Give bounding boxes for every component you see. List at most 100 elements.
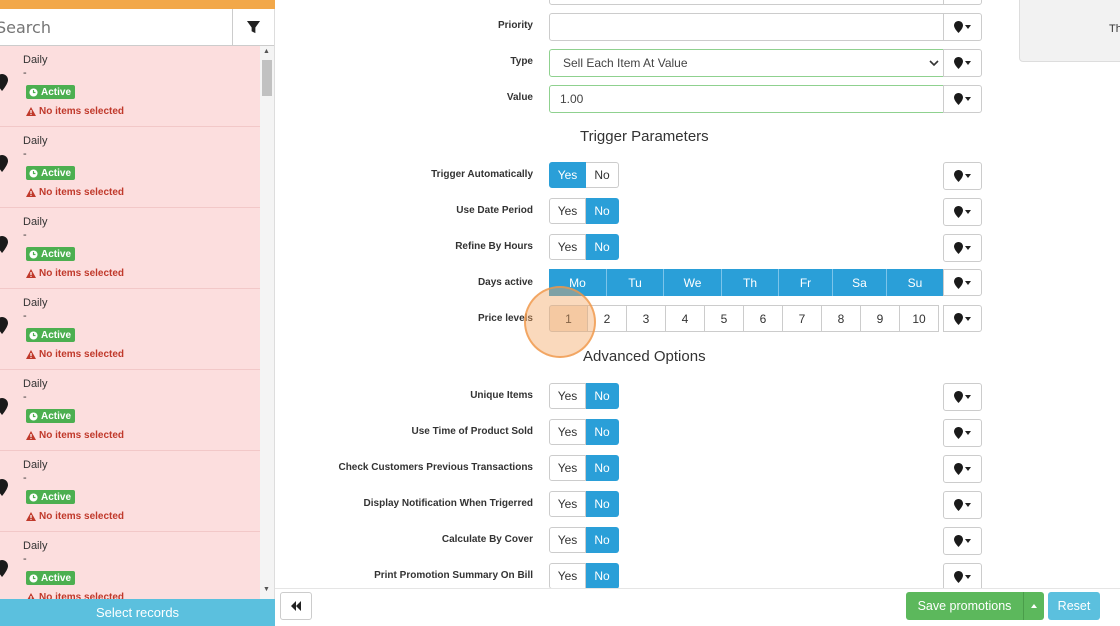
info-card-text: Th	[1109, 23, 1120, 35]
save-promotions-button[interactable]: Save promotions	[906, 592, 1023, 620]
day-sa[interactable]: Sa	[833, 269, 887, 296]
record-list-item[interactable]: Daily - Active No items selected	[0, 208, 260, 289]
value-pin-button[interactable]	[943, 85, 982, 113]
price-level-3[interactable]: 3	[627, 305, 666, 332]
price-level-8[interactable]: 8	[822, 305, 861, 332]
record-list-item[interactable]: Daily - Active No items selected	[0, 532, 260, 599]
select-records-button[interactable]: Select records	[0, 599, 275, 626]
day-th[interactable]: Th	[722, 269, 779, 296]
filter-icon	[246, 20, 261, 33]
search-input[interactable]	[0, 9, 233, 46]
priority-input[interactable]	[549, 13, 944, 41]
trigger-automatically-yes[interactable]: Yes	[549, 162, 586, 188]
list-scrollbar[interactable]	[260, 46, 274, 599]
record-list-item[interactable]: Daily - Active No items selected	[0, 46, 260, 127]
display-notification-yes[interactable]: Yes	[549, 491, 586, 517]
record-warning: No items selected	[26, 592, 124, 599]
print-promotion-summary-yes[interactable]: Yes	[549, 563, 586, 589]
type-select[interactable]: Sell Each Item At Value	[549, 49, 944, 77]
unique-items-yes[interactable]: Yes	[549, 383, 586, 409]
caret-up-icon	[1031, 604, 1037, 608]
refine-by-hours-yes[interactable]: Yes	[549, 234, 586, 260]
caret-down-icon	[965, 539, 971, 543]
clock-icon	[29, 330, 38, 340]
scroll-down-arrow-icon[interactable]: ▼	[263, 586, 270, 593]
list-scroll-thumb[interactable]	[262, 60, 272, 96]
price-level-10[interactable]: 10	[900, 305, 939, 332]
unique-items-no[interactable]: No	[586, 383, 619, 409]
print-promotion-summary-pin-button[interactable]	[943, 563, 982, 591]
status-badge-text: Active	[41, 248, 72, 260]
unique-items-pin-button[interactable]	[943, 383, 982, 411]
filter-button[interactable]	[232, 9, 274, 46]
clock-icon	[29, 168, 38, 178]
reset-button[interactable]: Reset	[1048, 592, 1100, 620]
record-list-item[interactable]: Daily - Active No items selected	[0, 370, 260, 451]
records-list: Daily - Active No items selected Daily - Activ…	[0, 46, 260, 599]
check-customers-previous-transactions-yes[interactable]: Yes	[549, 455, 586, 481]
record-subtitle: -	[23, 229, 27, 241]
check-customers-previous-transactions-pin-button[interactable]	[943, 455, 982, 483]
record-subtitle: -	[23, 67, 27, 79]
map-pin-icon	[954, 170, 963, 182]
calculate-by-cover-pin-button[interactable]	[943, 527, 982, 555]
status-badge-text: Active	[41, 572, 72, 584]
use-time-of-product-sold-label: Use Time of Product Sold	[411, 426, 534, 437]
refine-by-hours-toggle: Yes No	[549, 234, 619, 260]
clock-icon	[29, 573, 38, 583]
price-level-6[interactable]: 6	[744, 305, 783, 332]
chevron-down-icon	[929, 60, 939, 67]
price-level-9[interactable]: 9	[861, 305, 900, 332]
refine-by-hours-no[interactable]: No	[586, 234, 619, 260]
scroll-up-arrow-icon[interactable]: ▲	[263, 48, 270, 55]
top-cropped-field-pin-button[interactable]	[943, 0, 982, 5]
use-time-of-product-sold-pin-button[interactable]	[943, 419, 982, 447]
day-fr[interactable]: Fr	[779, 269, 833, 296]
day-we[interactable]: We	[664, 269, 722, 296]
calculate-by-cover-no[interactable]: No	[586, 527, 619, 553]
display-notification-no[interactable]: No	[586, 491, 619, 517]
record-subtitle: -	[23, 148, 27, 160]
map-pin-icon	[954, 391, 963, 403]
days-active-pin-button[interactable]	[943, 269, 982, 296]
use-time-of-product-sold-yes[interactable]: Yes	[549, 419, 586, 445]
record-subtitle: -	[23, 472, 27, 484]
priority-pin-button[interactable]	[943, 13, 982, 41]
record-list-item[interactable]: Daily - Active No items selected	[0, 289, 260, 370]
save-options-dropdown-button[interactable]	[1023, 592, 1044, 620]
use-date-period-pin-button[interactable]	[943, 198, 982, 226]
day-su[interactable]: Su	[887, 269, 943, 296]
status-badge: Active	[26, 247, 76, 261]
type-pin-button[interactable]	[943, 49, 982, 77]
use-time-of-product-sold-no[interactable]: No	[586, 419, 619, 445]
status-badge: Active	[26, 328, 76, 342]
display-notification-pin-button[interactable]	[943, 491, 982, 519]
price-level-4[interactable]: 4	[666, 305, 705, 332]
trigger-automatically-no[interactable]: No	[586, 162, 619, 188]
map-pin-icon	[954, 571, 963, 583]
refine-by-hours-pin-button[interactable]	[943, 234, 982, 262]
calculate-by-cover-yes[interactable]: Yes	[549, 527, 586, 553]
trigger-automatically-pin-button[interactable]	[943, 162, 982, 190]
advanced-options-heading: Advanced Options	[583, 348, 706, 365]
priority-label: Priority	[497, 20, 533, 31]
check-customers-previous-transactions-no[interactable]: No	[586, 455, 619, 481]
search-box	[0, 9, 233, 46]
price-level-7[interactable]: 7	[783, 305, 822, 332]
record-list-item[interactable]: Daily - Active No items selected	[0, 127, 260, 208]
use-date-period-yes[interactable]: Yes	[549, 198, 586, 224]
top-cropped-field[interactable]	[549, 0, 944, 5]
record-list-item[interactable]: Daily - Active No items selected	[0, 451, 260, 532]
collapse-sidebar-button[interactable]	[280, 592, 312, 620]
caret-down-icon	[965, 174, 971, 178]
price-level-5[interactable]: 5	[705, 305, 744, 332]
map-pin-icon	[954, 93, 963, 105]
print-promotion-summary-no[interactable]: No	[586, 563, 619, 589]
record-warning-text: No items selected	[39, 187, 125, 198]
use-date-period-no[interactable]: No	[586, 198, 619, 224]
map-pin-icon	[0, 560, 8, 577]
calculate-by-cover-label: Calculate By Cover	[441, 534, 533, 545]
day-tu[interactable]: Tu	[607, 269, 664, 296]
value-input[interactable]: 1.00	[549, 85, 944, 113]
price-levels-pin-button[interactable]	[943, 305, 982, 332]
